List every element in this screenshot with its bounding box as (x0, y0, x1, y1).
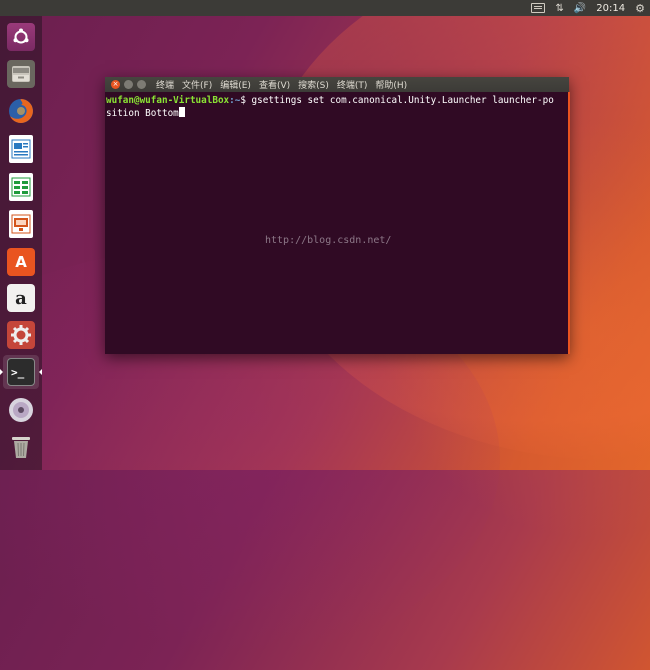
libreoffice-impress-button[interactable] (3, 207, 39, 241)
running-indicator (0, 369, 3, 375)
volume-icon[interactable]: 🔊 (569, 0, 591, 16)
text-cursor (178, 107, 185, 117)
writer-icon (9, 135, 33, 163)
menu-help[interactable]: 帮助(H) (375, 78, 407, 91)
shopping-bag-icon: A (7, 248, 35, 276)
launcher: A a >_ (0, 16, 42, 470)
dvd-button[interactable] (3, 393, 39, 427)
trash-icon (7, 433, 35, 461)
calc-icon (9, 173, 33, 201)
close-icon[interactable]: × (111, 80, 120, 89)
prompt-symbol: $ (240, 95, 252, 106)
impress-icon (9, 210, 33, 238)
network-icon[interactable]: ⇅ (550, 0, 568, 16)
tools-gear-icon (7, 321, 35, 349)
firefox-icon (7, 97, 35, 125)
terminal-output[interactable]: wufan@wufan-VirtualBox:~$ gsettings set … (105, 92, 569, 123)
system-settings-button[interactable] (3, 318, 39, 352)
libreoffice-calc-button[interactable] (3, 170, 39, 204)
window-edge-highlight (568, 92, 570, 354)
terminal-titlebar[interactable]: × 终端 文件(F) 编辑(E) 查看(V) 搜索(S) 终端(T) 帮助(H) (105, 77, 569, 92)
watermark-text: http://blog.csdn.net/ (265, 235, 392, 246)
disc-icon (7, 396, 35, 424)
focused-indicator (39, 369, 42, 375)
firefox-button[interactable] (3, 94, 39, 128)
terminal-window[interactable]: × 终端 文件(F) 编辑(E) 查看(V) 搜索(S) 终端(T) 帮助(H)… (105, 77, 570, 354)
libreoffice-writer-button[interactable] (3, 132, 39, 166)
menu-edit[interactable]: 编辑(E) (220, 78, 251, 91)
terminal-icon: >_ (7, 358, 35, 386)
maximize-icon[interactable] (137, 80, 146, 89)
software-center-button[interactable]: A (3, 245, 39, 279)
trash-button[interactable] (3, 430, 39, 464)
command-text-1: gsettings set com.canonical.Unity.Launch… (251, 95, 554, 106)
file-cabinet-icon (7, 60, 35, 88)
terminal-menubar: 终端 文件(F) 编辑(E) 查看(V) 搜索(S) 终端(T) 帮助(H) (156, 78, 415, 91)
dash-home-button[interactable] (3, 20, 39, 54)
prompt-user: wufan@wufan-VirtualBox (106, 95, 230, 106)
minimize-icon[interactable] (124, 80, 133, 89)
command-line: wufan@wufan-VirtualBox:~$ gsettings set … (106, 95, 568, 107)
command-line-wrap: sition Bottom (106, 107, 568, 120)
amazon-icon: a (7, 284, 35, 312)
settings-gear-icon[interactable]: ⚙ (630, 0, 650, 16)
menu-search[interactable]: 搜索(S) (298, 78, 329, 91)
menu-terminal[interactable]: 终端(T) (337, 78, 368, 91)
amazon-button[interactable]: a (3, 281, 39, 315)
ubuntu-logo-icon (7, 23, 35, 51)
menu-file[interactable]: 文件(F) (182, 78, 212, 91)
prompt-path: :~ (229, 95, 241, 106)
keyboard-icon[interactable] (526, 0, 550, 16)
terminal-button[interactable]: >_ (3, 355, 39, 389)
files-button[interactable] (3, 57, 39, 91)
menu-view[interactable]: 查看(V) (259, 78, 290, 91)
clock[interactable]: 20:14 (591, 0, 630, 16)
command-text-2: sition Bottom (106, 108, 179, 119)
top-panel: ⇅ 🔊 20:14 ⚙ (0, 0, 650, 16)
menu-terminal-title: 终端 (156, 81, 175, 91)
